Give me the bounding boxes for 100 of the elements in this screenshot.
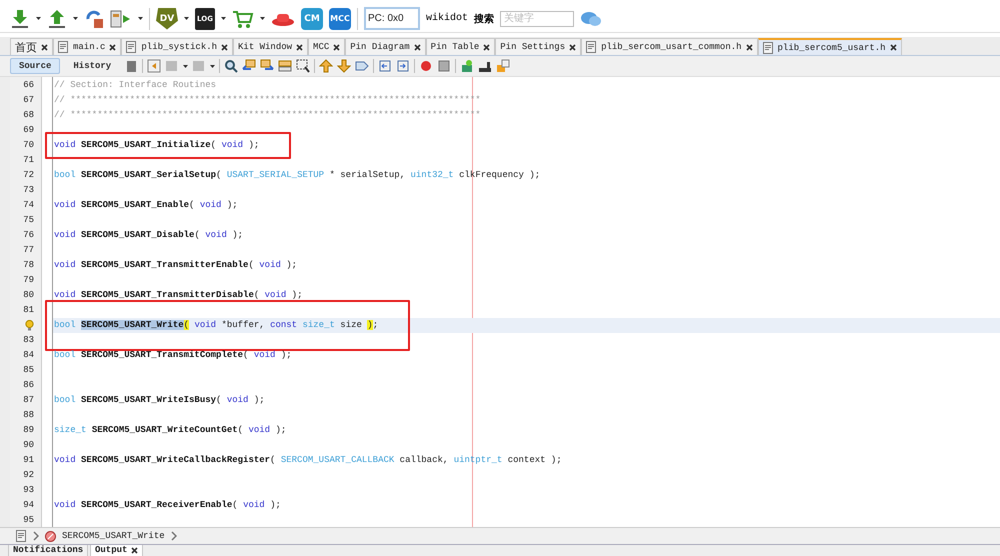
breadcrumb-item[interactable]: SERCOM5_USART_Write	[62, 531, 165, 541]
close-icon[interactable]	[414, 44, 421, 50]
line-number: 83	[22, 334, 35, 347]
stop-icon[interactable]	[437, 59, 452, 73]
file-tab[interactable]: main.c	[53, 38, 122, 55]
line-number: 80	[22, 289, 35, 302]
code-line: void SERCOM5_USART_Initialize( void );	[54, 140, 260, 150]
code-line: bool SERCOM5_USART_TransmitComplete( void );	[54, 350, 292, 360]
dropdown-caret-icon[interactable]	[183, 64, 188, 68]
line-number: 71	[22, 154, 35, 167]
down-arrow-icon[interactable]	[337, 59, 352, 73]
file-tab[interactable]: Kit Window	[233, 38, 308, 55]
find-next-icon[interactable]	[260, 59, 274, 73]
line-number: 90	[22, 439, 35, 452]
line-number: 88	[22, 409, 35, 422]
close-icon[interactable]	[746, 44, 753, 50]
line-number: 73	[22, 184, 35, 197]
lightbulb-icon[interactable]	[25, 320, 34, 331]
pc-field[interactable]: PC: 0x0	[364, 7, 420, 30]
code-line: void SERCOM5_USART_ReceiverEnable( void );	[54, 500, 281, 510]
file-tab[interactable]: plib_sercom_usart_common.h	[581, 38, 758, 55]
close-icon[interactable]	[131, 547, 138, 554]
file-tab[interactable]: Pin Settings	[495, 38, 582, 55]
dropdown-caret-icon[interactable]	[221, 17, 226, 20]
code-line: bool SERCOM5_USART_WriteIsBusy( void );	[54, 395, 265, 405]
line-number: 95	[22, 514, 35, 527]
close-icon[interactable]	[483, 44, 490, 50]
close-icon[interactable]	[109, 44, 116, 50]
back-icon[interactable]	[147, 59, 162, 73]
history-icon[interactable]	[124, 59, 138, 73]
close-icon[interactable]	[296, 44, 304, 50]
line-number: 84	[22, 349, 35, 362]
refresh-icon[interactable]	[84, 8, 104, 28]
code-line: size_t SERCOM5_USART_WriteCountGet( void );	[54, 425, 286, 435]
selection-icon[interactable]	[296, 59, 310, 73]
line-number: 70	[22, 139, 35, 152]
up-arrow-icon[interactable]	[319, 59, 334, 73]
line-number: 94	[22, 499, 35, 512]
panel-tab[interactable]: Output	[90, 545, 144, 556]
download-icon[interactable]	[10, 8, 30, 28]
file-tab[interactable]: Pin Table	[426, 38, 496, 55]
code-line: void SERCOM5_USART_Disable( void );	[54, 230, 244, 240]
code-line: bool SERCOM5_USART_SerialSetup( USART_SERIAL_SETUP * serialSetup, uint32_t clkFrequency );	[54, 170, 540, 180]
close-icon[interactable]	[569, 44, 576, 50]
dropdown-caret-icon[interactable]	[138, 17, 143, 20]
record-icon[interactable]	[419, 59, 434, 73]
line-number: 66	[22, 79, 35, 92]
program-icon[interactable]	[110, 8, 132, 28]
code-line: void SERCOM5_USART_WriteCallbackRegister( SERCOM_USART_CALLBACK callback, uintptr_t context );	[54, 455, 562, 465]
close-icon[interactable]	[333, 44, 340, 50]
line-number: 86	[22, 379, 35, 392]
shift-left-icon[interactable]	[378, 59, 392, 73]
find-previous-icon[interactable]	[242, 59, 256, 73]
file-icon	[762, 42, 774, 54]
dropdown-caret-icon[interactable]	[73, 17, 78, 20]
line-number: 79	[22, 274, 35, 287]
shopping-cart-icon[interactable]	[232, 8, 254, 28]
file-tab[interactable]: Pin Diagram	[345, 38, 426, 55]
dropdown-caret-icon[interactable]	[210, 64, 216, 68]
close-icon[interactable]	[41, 44, 48, 50]
file-tab[interactable]: MCC	[308, 38, 346, 55]
chevron-right-icon	[33, 531, 39, 541]
file-tab[interactable]: 首页	[10, 38, 53, 55]
line-number: 69	[22, 124, 35, 137]
code-line: void SERCOM5_USART_Enable( void );	[54, 200, 238, 210]
upload-icon[interactable]	[47, 8, 67, 28]
highlight-icon[interactable]	[278, 59, 292, 73]
view-tab[interactable]: History	[64, 58, 120, 74]
line-number: 72	[22, 169, 35, 182]
line-number: 87	[22, 394, 35, 407]
file-icon	[58, 41, 69, 53]
toolbar-badge-button[interactable]: DV	[156, 8, 178, 30]
code-comment: // ****************************************************************************	[54, 110, 481, 120]
view-tab[interactable]: Source	[10, 58, 60, 74]
chevron-right-icon	[170, 531, 177, 541]
dropdown-caret-icon[interactable]	[184, 17, 189, 20]
close-icon[interactable]	[890, 44, 897, 51]
code-comment: // ****************************************************************************	[54, 95, 481, 105]
line-number: 92	[22, 469, 35, 482]
dropdown-caret-icon[interactable]	[260, 17, 265, 20]
file-icon	[586, 41, 598, 53]
code-line: void SERCOM5_USART_TransmitterEnable( void );	[54, 260, 298, 270]
line-number: 77	[22, 244, 35, 257]
line-number: 74	[22, 199, 35, 212]
file-icon	[126, 41, 138, 53]
file-tab[interactable]: plib_sercom5_usart.h	[758, 38, 902, 55]
file-tab[interactable]: plib_systick.h	[121, 38, 234, 55]
search-icon[interactable]	[224, 59, 238, 73]
search-field[interactable]: 关键字	[500, 10, 574, 26]
close-icon[interactable]	[221, 44, 228, 50]
dropdown-caret-icon[interactable]	[36, 17, 41, 20]
comment-icon[interactable]	[478, 59, 492, 73]
shift-right-icon[interactable]	[396, 59, 410, 73]
toolbar-badge-button[interactable]: MCC	[329, 8, 351, 30]
chat-bubble-icon[interactable]	[580, 10, 602, 28]
line-number: 75	[22, 214, 35, 227]
bookmark-icon[interactable]	[355, 59, 370, 73]
panel-tab[interactable]: Notifications	[8, 545, 88, 556]
site-label: wikidot	[426, 13, 468, 24]
code-comment: // Section: Interface Routines	[54, 80, 216, 90]
